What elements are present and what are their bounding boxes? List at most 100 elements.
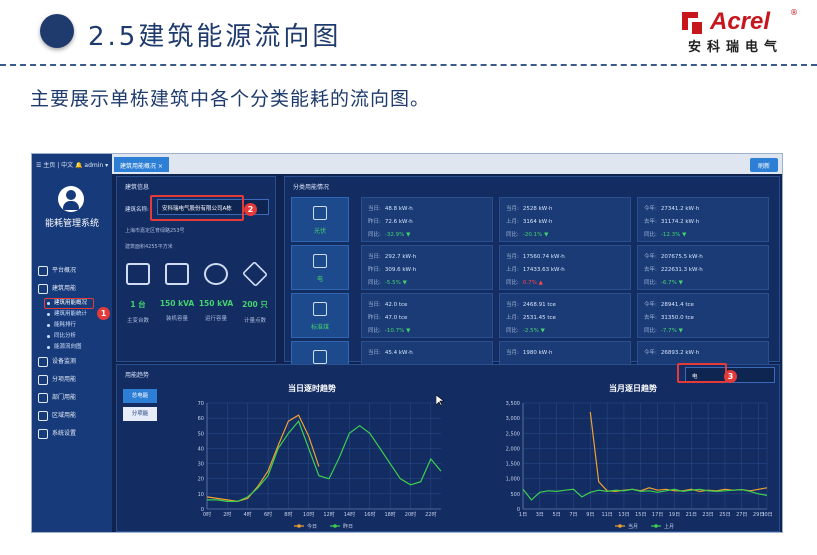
sidebar: 能耗管理系统 平台概况 建筑用能 建筑用能概况 建筑用能统计 能耗排行 同比分析… <box>32 174 112 532</box>
callout-badge-3: 3 <box>724 370 737 383</box>
arrow-down-icon: ▼ <box>404 232 411 238</box>
value-key: 今年: <box>644 254 657 260</box>
x-tick-label: 10时 <box>303 511 314 518</box>
sidebar-item-label: 建筑用能 <box>52 285 77 292</box>
total-energy-button[interactable]: 总电能 <box>123 389 157 403</box>
x-tick-label: 18时 <box>384 511 395 518</box>
submenu-label: 能耗排行 <box>54 322 77 328</box>
sidebar-item-settings[interactable]: 系统设置 <box>32 425 112 443</box>
sidebar-item-label: 平台概况 <box>52 267 77 274</box>
energy-value: 今年: 28941.4 tce <box>644 300 694 308</box>
x-tick-label: 20时 <box>405 511 416 518</box>
legend-label: 昨日 <box>343 523 353 530</box>
arrow-down-icon: ▼ <box>676 328 683 334</box>
x-tick-label: 17日 <box>652 512 663 518</box>
value-text: -32.9% <box>384 232 405 238</box>
department-icon <box>38 393 48 403</box>
refresh-button[interactable]: 刷新 <box>749 158 778 172</box>
legend-label: 今日 <box>307 523 317 530</box>
value-text: 222631.3 kW·h <box>660 267 703 273</box>
energy-value: 去年: 31350.0 tce <box>644 313 694 321</box>
value-key: 同比: <box>368 280 381 286</box>
y-tick-label: 20 <box>198 477 204 483</box>
energy-value: 今年: 26893.2 kW·h <box>644 348 699 356</box>
class-type-card[interactable]: 光伏 <box>291 197 349 242</box>
value-key: 今年: <box>644 206 657 212</box>
hourly-chart-svg: 0102030405060700时 2时 4时 6时 8时 10时 12时 14时 16时 18时… <box>198 401 442 530</box>
y-tick-label: 70 <box>198 401 204 407</box>
tab-building-overview[interactable]: 建筑用能概况 × <box>114 157 169 172</box>
network-icon <box>241 260 269 288</box>
submenu-item-ranking[interactable]: 能耗排行 <box>32 320 112 331</box>
x-tick-label: 2时 <box>223 511 231 518</box>
submenu-item-yoy[interactable]: 同比分析 <box>32 331 112 342</box>
sidebar-item-platform[interactable]: 平台概况 <box>32 262 112 280</box>
energy-value: 去年: 222631.3 kW·h <box>644 265 703 273</box>
energy-type-name: 光伏 <box>313 228 326 235</box>
value-text: -2.5% <box>522 328 539 334</box>
x-tick-label: 4时 <box>244 511 252 518</box>
value-key: 今年: <box>644 350 657 356</box>
class-type-card[interactable]: 电 <box>291 245 349 290</box>
value-key: 同比: <box>506 328 519 334</box>
yoy-ratio: 同比: -32.9% ▼ <box>368 230 410 238</box>
energy-value: 昨日: 72.6 kW·h <box>368 217 413 225</box>
building-area: 建筑面积4255平方米 <box>125 244 173 250</box>
value-key: 当日: <box>368 350 381 356</box>
sidebar-item-building[interactable]: 建筑用能 <box>32 280 112 298</box>
stat-label: 运行容量 <box>204 316 227 322</box>
value-key: 当日: <box>368 206 381 212</box>
stat-installed: 150 kVA 装机容量 <box>158 263 196 322</box>
value-text: 26893.2 kW·h <box>660 350 700 356</box>
topbar-user-menu[interactable]: ☰ 主页 | 中文 🔔 admin ▾ <box>32 154 112 174</box>
sub-energy-button[interactable]: 分项能 <box>123 407 157 421</box>
bullet-dot-icon <box>40 14 74 48</box>
y-tick-label: 50 <box>198 431 204 437</box>
app-window: ☰ 主页 | 中文 🔔 admin ▾ 建筑用能概况 × 刷新 能耗管理系统 平… <box>31 153 783 533</box>
x-tick-label: 7日 <box>569 512 577 518</box>
value-key: 当月: <box>506 302 519 308</box>
y-tick-label: 40 <box>198 446 204 452</box>
sidebar-item-label: 系统设置 <box>52 430 77 437</box>
y-tick-label: 30 <box>198 462 204 468</box>
sidebar-item-department[interactable]: 部门用能 <box>32 389 112 407</box>
stat-label: 装机容量 <box>165 316 188 322</box>
stat-value: 200 只 <box>242 300 268 309</box>
energy-value: 去年: 31174.2 kW·h <box>644 217 699 225</box>
y-tick-label: 10 <box>198 492 204 498</box>
sidebar-item-subitem[interactable]: 分项用能 <box>32 371 112 389</box>
monitor-icon <box>38 266 48 276</box>
slide: 2.5建筑能源流向图 Acrel ® 安科瑞电气 主要展示单栋建筑中各个分类能耗… <box>0 0 817 555</box>
value-text: 2531.45 tce <box>522 315 556 321</box>
x-tick-label: 3日 <box>536 512 544 518</box>
value-text: 2468.91 tce <box>522 302 556 308</box>
energy-value: 上月: 17433.63 kW·h <box>506 265 565 273</box>
daily-chart-svg: 05001,0001,5002,0002,5003,0003,5001日 3日 5日… <box>506 401 773 530</box>
yoy-ratio: 同比: -7.7% ▼ <box>644 326 683 334</box>
sidebar-item-region[interactable]: 区域用能 <box>32 407 112 425</box>
value-key: 同比: <box>368 232 381 238</box>
x-tick-label: 5日 <box>553 512 561 518</box>
sidebar-item-device[interactable]: 设备监测 <box>32 353 112 371</box>
value-text: 27341.2 kW·h <box>660 206 700 212</box>
slide-header: 2.5建筑能源流向图 Acrel ® 安科瑞电气 <box>0 0 817 62</box>
panel-title: 用能趋势 <box>125 372 150 379</box>
region-icon <box>38 411 48 421</box>
class-value-box: 当月: 2468.91 tce 上月: 2531.45 tce 同比: -2.5% ▼ <box>499 293 631 338</box>
class-value-box: 当日: 42.0 tce 昨日: 47.0 tce 同比: -10.7% ▼ <box>361 293 493 338</box>
value-text: 292.7 kW·h <box>384 254 417 260</box>
arrow-up-icon: ▲ <box>536 280 543 286</box>
value-text: 48.8 kW·h <box>384 206 413 212</box>
value-text: -6.7% <box>660 280 677 286</box>
class-type-card[interactable]: 标准煤 <box>291 293 349 338</box>
stat-label: 主变台数 <box>126 318 149 324</box>
submenu-item-flow[interactable]: 能源流向图 <box>32 342 112 353</box>
class-row: 标准煤 当日: 42.0 tce 昨日: 47.0 tce 同比: -10.7% ▼ 当月: 2… <box>291 293 775 340</box>
value-text: 17560.74 kW·h <box>522 254 565 260</box>
computer-icon <box>126 263 150 285</box>
yoy-ratio: 同比: -2.5% ▼ <box>506 326 545 334</box>
slide-subtitle: 主要展示单栋建筑中各个分类能耗的流向图。 <box>30 88 431 110</box>
series-line <box>589 412 768 493</box>
hourly-chart: 当日逐时趋势 0 10 20 30 40 50 60 70 0时 2时 4时 6时 8时 10时 12时 14… <box>177 383 447 532</box>
value-text: 2528 kW·h <box>522 206 553 212</box>
